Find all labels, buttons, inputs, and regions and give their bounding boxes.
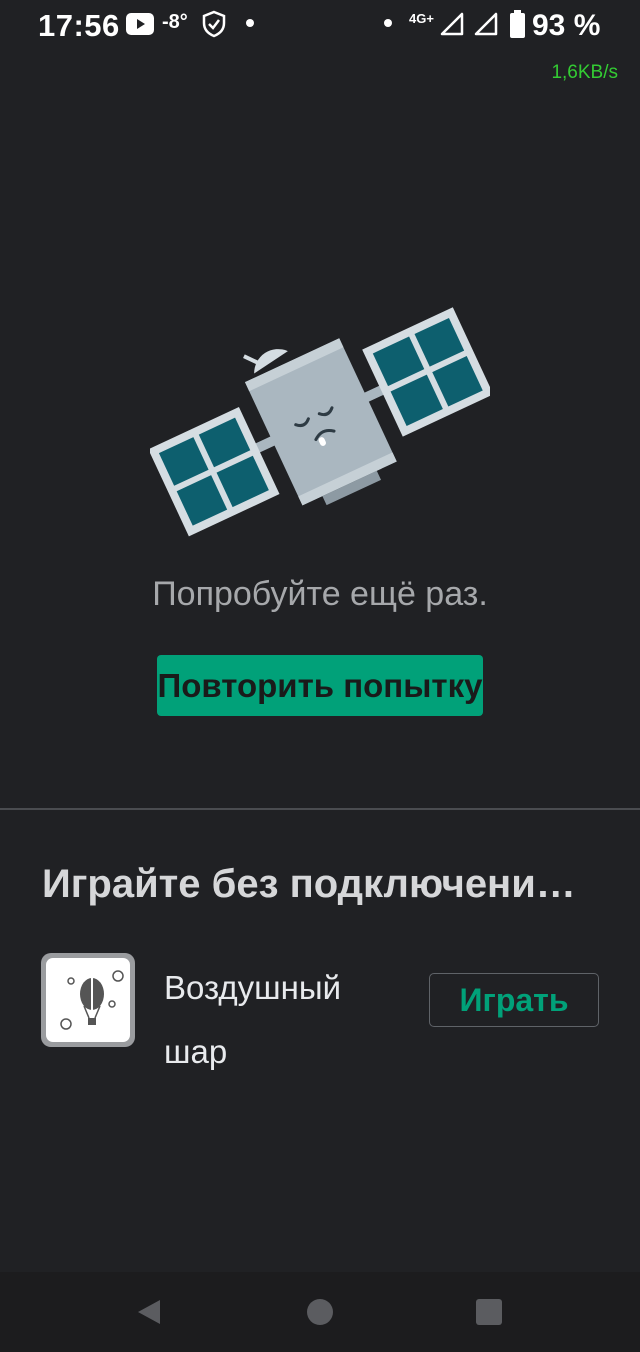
back-icon[interactable] <box>136 1298 162 1326</box>
hot-air-balloon-icon[interactable] <box>41 953 135 1047</box>
network-type: 4G+ <box>409 11 434 26</box>
game-title: Воздушный шар <box>164 969 342 1070</box>
home-icon[interactable] <box>307 1299 333 1325</box>
game-list-item[interactable]: Воздушный шар Играть <box>0 950 640 1070</box>
battery-icon <box>510 10 525 38</box>
section-divider <box>0 808 640 810</box>
status-time: 17:56 <box>38 8 120 43</box>
status-temperature: -8° <box>162 11 188 33</box>
signal-icon <box>440 12 464 36</box>
notification-dot-icon <box>384 19 392 27</box>
retry-button[interactable]: Повторить попытку <box>157 655 483 716</box>
shield-check-icon <box>202 10 226 38</box>
screen: 17:56 -8° 4G+ 93 % 1,6KB/s Попробуйте ещ… <box>0 0 640 1352</box>
sleeping-satellite-illustration <box>150 307 490 537</box>
status-bar: 17:56 -8° 4G+ 93 % 1,6KB/s <box>0 0 640 83</box>
youtube-icon <box>126 13 154 35</box>
net-speed: 1,6KB/s <box>551 62 618 83</box>
offline-games-title: Играйте без подключени… <box>42 862 576 906</box>
play-button[interactable]: Играть <box>429 973 599 1027</box>
battery-percent: 93 % <box>532 9 601 42</box>
recents-icon[interactable] <box>476 1299 502 1325</box>
navigation-bar <box>0 1272 640 1352</box>
signal-icon <box>474 12 498 36</box>
error-message: Попробуйте ещё раз. <box>152 575 488 613</box>
notification-dot-icon <box>246 19 254 27</box>
